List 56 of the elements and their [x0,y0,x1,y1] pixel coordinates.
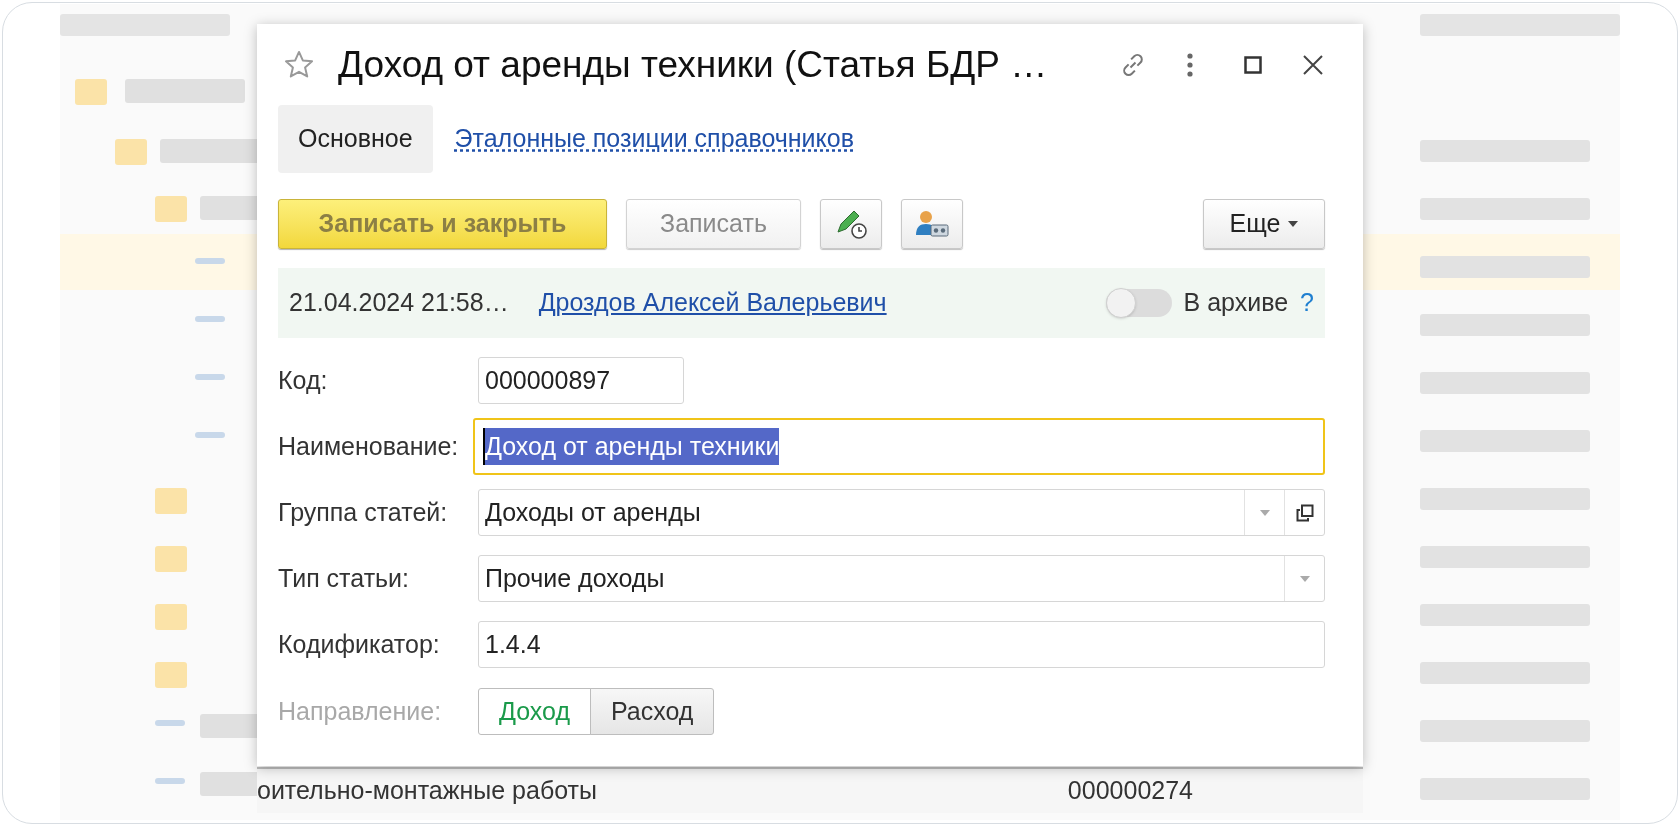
caret-icon [1288,221,1299,227]
history-button[interactable] [820,199,882,249]
field-label: Тип статьи: [278,562,411,594]
tab[interactable]: Эталонные позиции справочников [454,120,854,158]
tab[interactable]: Основное [278,105,433,173]
dropdown-field[interactable]: Доходы от аренды [478,489,1325,536]
input-field[interactable]: 000000897 [478,357,684,404]
folder-icon [155,196,187,222]
author-link[interactable]: Дроздов Алексей Валерьевич [538,284,887,322]
folder-icon [155,488,187,514]
field-label: Кодификатор: [278,628,441,660]
dropdown-caret-icon[interactable] [1259,509,1270,516]
folder-icon [155,604,187,630]
field-value: 000000897 [485,364,611,396]
folder-icon [155,546,187,572]
field-value: Доход от аренды техники [483,427,780,466]
archive-label: В архиве [1183,287,1289,319]
dash-icon [195,258,225,264]
help-link[interactable]: ? [1300,284,1314,322]
dash-icon [155,720,185,726]
blurred-text [200,772,260,796]
maximize-icon[interactable] [1244,56,1262,74]
modified-date: 21.04.2024 21:58… [289,287,509,319]
input-field[interactable]: Доход от аренды техники [473,418,1325,475]
field-label: Код: [278,364,329,396]
folder-icon [155,662,187,688]
window-title: Доход от аренды техники (Статья БДР … [338,43,1048,88]
blurred-text [200,196,260,220]
folder-icon [75,79,107,105]
pen-clock-icon [834,208,868,240]
row-code: 000000274 [1067,775,1193,807]
field-value: Доходы от аренды [485,496,701,528]
field-label: Направление: [278,695,443,727]
more-button[interactable]: Еще [1203,199,1325,249]
input-field[interactable]: 1.4.4 [478,621,1325,668]
archive-toggle[interactable] [1105,289,1172,317]
field-label: Группа статей: [278,496,449,528]
person-card-icon [915,209,949,239]
dash-icon [195,374,225,380]
blurred-text [200,714,260,738]
open-window-icon[interactable] [1295,503,1314,522]
more-icon[interactable] [1186,52,1194,78]
field-value: 1.4.4 [485,628,541,660]
direction-option[interactable]: Расход [590,688,715,735]
folder-icon [115,139,147,165]
dash-icon [155,778,185,784]
close-icon[interactable] [1302,54,1324,76]
dash-icon [195,432,225,438]
field-label: Наименование: [278,430,460,462]
direction-option[interactable]: Доход [478,688,591,735]
dropdown-caret-icon[interactable] [1299,575,1310,582]
dropdown-field[interactable]: Прочие доходы [478,555,1325,602]
row-name: оительно-монтажные работы [257,775,597,807]
field-value: Прочие доходы [485,562,665,594]
dash-icon [195,316,225,322]
user-card-button[interactable] [901,199,963,249]
